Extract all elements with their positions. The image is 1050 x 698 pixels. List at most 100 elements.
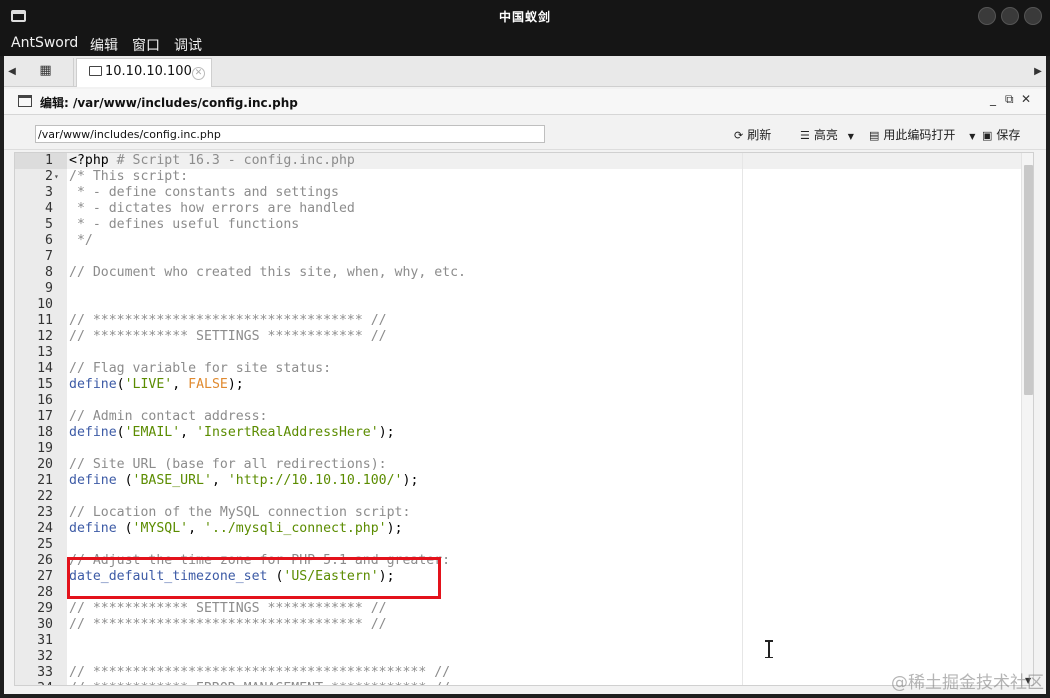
file-path-input[interactable]	[35, 125, 545, 143]
line-code: * - dictates how errors are handled	[69, 201, 355, 217]
code-token: (	[116, 377, 125, 392]
menu-antsword[interactable]: AntSword	[11, 35, 78, 51]
panel-close-icon[interactable]: ✕	[1021, 92, 1031, 106]
highlight-dropdown-button[interactable]: ☰ 高亮 ▼	[800, 126, 854, 143]
annotation-highlight-box	[67, 557, 441, 599]
code-line: 34 // ************ ERROR MANAGEMENT *****…	[15, 681, 1021, 685]
code-token: ,	[180, 425, 197, 440]
line-code: define('LIVE', FALSE);	[69, 377, 244, 393]
line-number: 10	[37, 297, 53, 312]
line-number: 1	[45, 153, 53, 168]
code-token: // ********************************** //	[69, 617, 387, 632]
code-line: 1 <?php # Script 16.3 - config.inc.php	[15, 153, 1021, 169]
code-token: 'InsertRealAddressHere'	[196, 425, 379, 440]
code-line: 20 // Site URL (base for all redirections…	[15, 457, 1021, 473]
line-number: 27	[37, 569, 53, 584]
line-number: 19	[37, 441, 53, 456]
code-token: // *************************************…	[69, 665, 451, 680]
code-line: 12 // ************ SETTINGS ************ …	[15, 329, 1021, 345]
tab-close-icon[interactable]: ✕	[192, 67, 205, 80]
open-with-encoding-button[interactable]: ▤ 用此编码打开 ▼	[869, 126, 975, 143]
grid-icon: ▦	[39, 63, 52, 78]
code-token: ,	[188, 521, 204, 536]
code-token: ,	[172, 377, 189, 392]
code-line: 2 ▾ /* This script:	[15, 169, 1021, 185]
code-token: FALSE	[188, 377, 228, 392]
tab-bar: ◀ ▦ 10.10.10.100 ✕ ▶	[4, 56, 1046, 87]
code-token: (	[116, 425, 125, 440]
code-token: define	[69, 521, 117, 536]
code-line: 11 // ********************************** …	[15, 313, 1021, 329]
tab-home[interactable]: ▦	[18, 58, 74, 86]
tab-scroll-left-icon[interactable]: ◀	[6, 64, 18, 80]
tab-shell-10-10-10-100[interactable]: 10.10.10.100 ✕	[76, 58, 212, 87]
menu-edit[interactable]: 编辑	[90, 35, 118, 55]
maximize-window-button[interactable]	[1001, 7, 1019, 25]
line-number: 3	[45, 185, 53, 200]
code-token: ,	[211, 473, 228, 488]
line-number: 21	[37, 473, 53, 488]
code-line: 19	[15, 441, 1021, 457]
code-token: (	[116, 521, 133, 536]
line-number: 5	[45, 217, 53, 232]
line-number: 4	[45, 201, 53, 216]
menu-debug[interactable]: 调试	[174, 35, 202, 55]
code-token: );	[378, 425, 395, 440]
line-number: 7	[45, 249, 53, 264]
line-code: <?php # Script 16.3 - config.inc.php	[69, 153, 355, 169]
line-number: 6	[45, 233, 53, 248]
panel-restore-icon[interactable]: ⧉	[1005, 92, 1014, 107]
line-code: // Admin contact address:	[69, 409, 268, 425]
code-token: // ************ SETTINGS ************ //	[69, 329, 387, 344]
line-code: // ************ SETTINGS ************ //	[69, 329, 387, 345]
code-token: 'MYSQL'	[132, 521, 189, 536]
chevron-down-icon: ▼	[847, 132, 854, 141]
line-number: 18	[37, 425, 53, 440]
line-number: 23	[37, 505, 53, 520]
line-code: * - defines useful functions	[69, 217, 299, 233]
fold-toggle-icon[interactable]: ▾	[54, 169, 59, 185]
code-line: 33 // ***********************************…	[15, 665, 1021, 681]
line-number: 8	[45, 265, 53, 280]
code-token: );	[402, 473, 419, 488]
code-line: 32	[15, 649, 1021, 665]
code-line: 29 // ************ SETTINGS ************ …	[15, 601, 1021, 617]
line-number: 20	[37, 457, 53, 472]
code-token: // ********************************** //	[69, 313, 387, 328]
scrollbar-thumb[interactable]	[1024, 165, 1033, 395]
tab-scroll-right-icon[interactable]: ▶	[1032, 64, 1044, 80]
panel-minimize-icon[interactable]: _	[990, 92, 996, 106]
code-line: 5 * - defines useful functions	[15, 217, 1021, 233]
chevron-down-icon: ▼	[969, 132, 976, 141]
refresh-label: 刷新	[747, 128, 772, 142]
menu-window[interactable]: 窗口	[132, 35, 160, 55]
editor-vertical-scrollbar[interactable]: ▼	[1021, 153, 1033, 685]
code-token: );	[227, 377, 244, 392]
app-body: ◀ ▦ 10.10.10.100 ✕ ▶ 编辑: /var/www/includ…	[4, 56, 1046, 694]
panel-title: 编辑: /var/www/includes/config.inc.php	[40, 96, 298, 110]
code-token: * - define constants and settings	[69, 185, 339, 200]
save-button[interactable]: ▣ 保存	[982, 126, 1020, 143]
code-line: 15 define('LIVE', FALSE);	[15, 377, 1021, 393]
refresh-button[interactable]: ⟳ 刷新	[734, 126, 771, 143]
line-number: 9	[45, 281, 53, 296]
line-number: 22	[37, 489, 53, 504]
save-label: 保存	[996, 128, 1021, 142]
line-number: 26	[37, 553, 53, 568]
code-line: 3 * - define constants and settings	[15, 185, 1021, 201]
line-code: // ********************************** //	[69, 313, 387, 329]
line-code: define ('BASE_URL', 'http://10.10.10.100…	[69, 473, 418, 489]
code-token: 'EMAIL'	[124, 425, 181, 440]
code-token: * - defines useful functions	[69, 217, 300, 232]
code-line: 4 * - dictates how errors are handled	[15, 201, 1021, 217]
code-line: 14 // Flag variable for site status:	[15, 361, 1021, 377]
line-code: /* This script:	[69, 169, 188, 185]
close-window-button[interactable]	[1024, 7, 1042, 25]
code-token: */	[69, 233, 93, 248]
minimize-window-button[interactable]	[978, 7, 996, 25]
line-number: 34	[15, 681, 53, 685]
save-icon: ▣	[982, 129, 993, 142]
code-editor[interactable]: 1 <?php # Script 16.3 - config.inc.php 2 ▾ /…	[14, 152, 1034, 686]
code-token: 'BASE_URL'	[132, 473, 212, 488]
code-line: 31	[15, 633, 1021, 649]
